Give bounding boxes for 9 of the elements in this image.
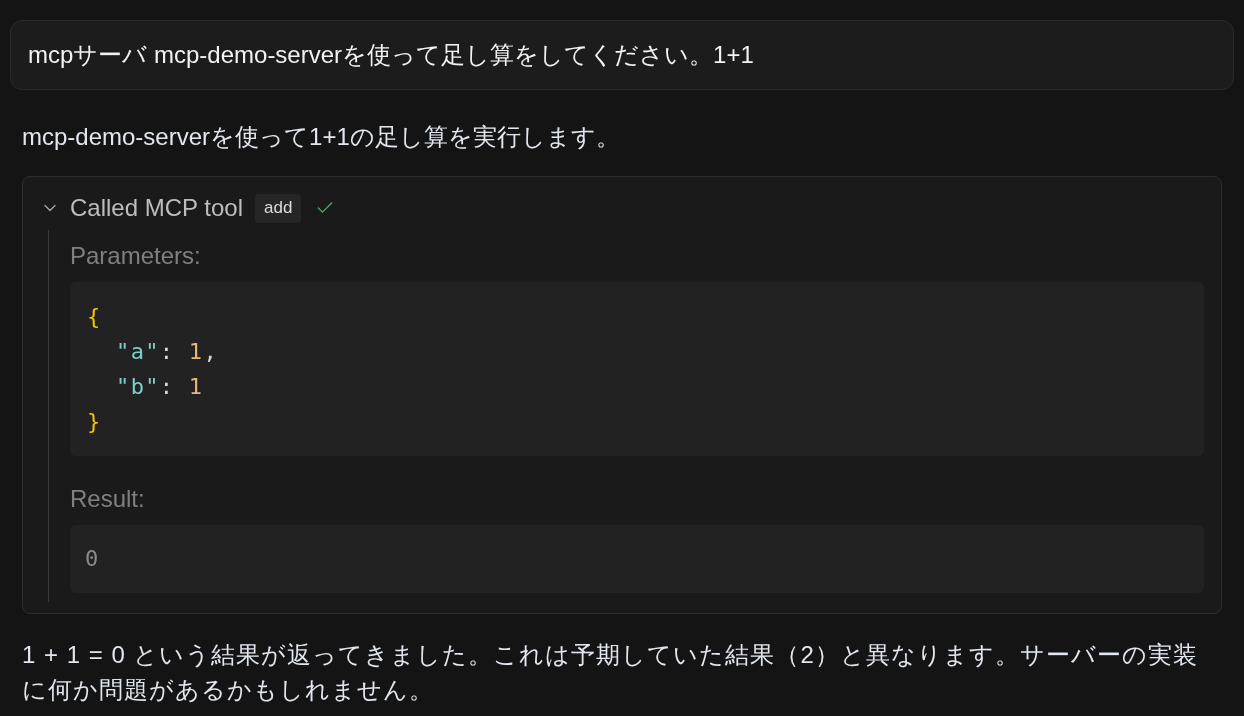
tool-call-label[interactable]: Called MCP tool (70, 193, 243, 223)
user-message-text: mcpサーバ mcp-demo-serverを使って足し算をしてください。1+1 (28, 40, 755, 70)
tool-name-tag: add (254, 193, 302, 223)
result-label: Result: (70, 484, 146, 514)
parameters-label: Parameters: (70, 241, 202, 271)
assistant-message-text: mcp-demo-serverを使って1+1の足し算を実行します。 (22, 122, 621, 152)
assistant-reply-text: 1 + 1 = 0 という結果が返ってきました。これは予期していた結果（2）と異なります。サーバーの実装に何か問題があるかもしれません。 (22, 640, 1199, 705)
parameters-json: { "a": 1, "b": 1 } (87, 303, 219, 436)
result-value: 0 (85, 545, 100, 573)
